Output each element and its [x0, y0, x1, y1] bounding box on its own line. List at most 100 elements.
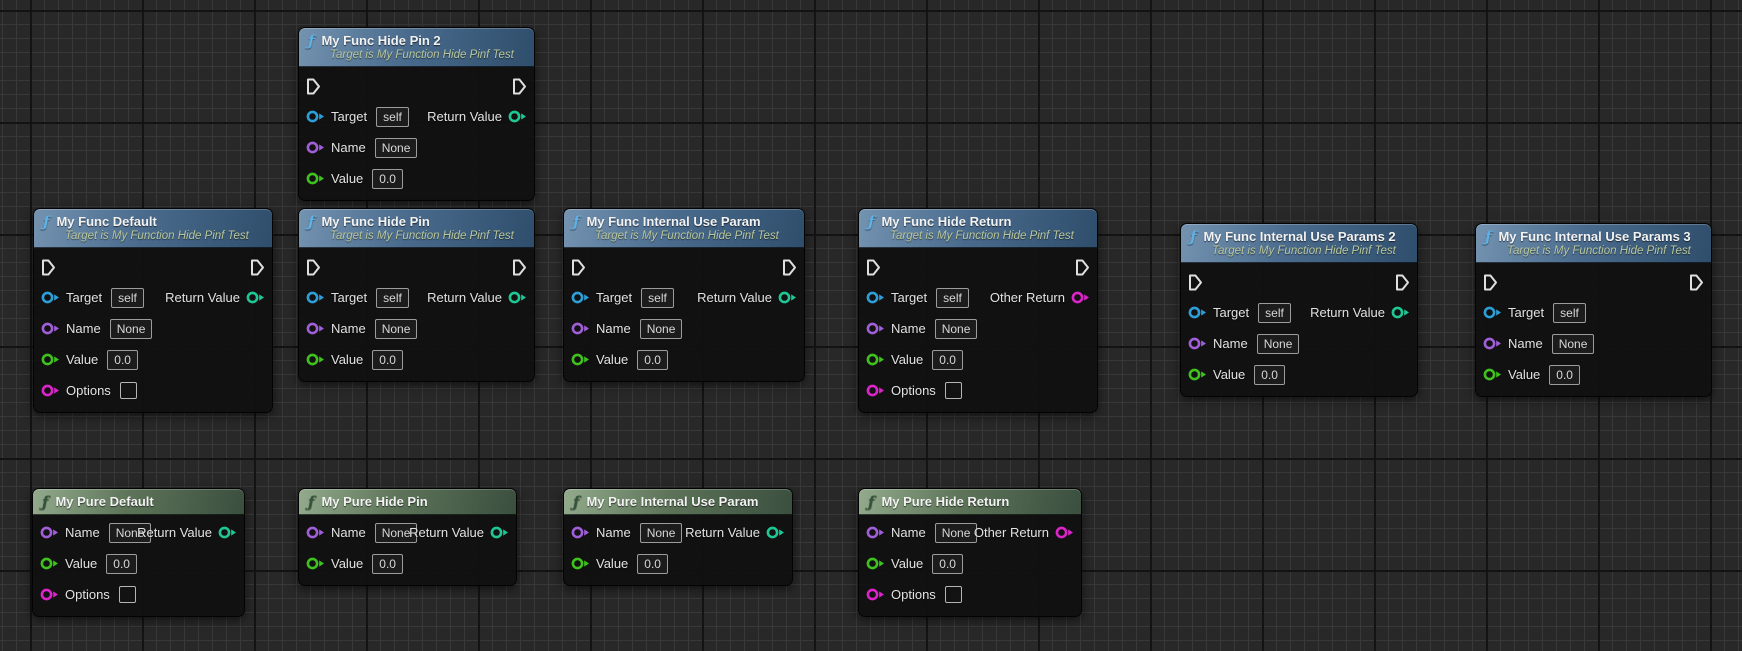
value-value-field[interactable]: 0.0 — [372, 350, 403, 370]
name-pin[interactable] — [571, 526, 590, 539]
node-header[interactable]: ƒMy Func Internal Use Params 2Target is … — [1181, 224, 1417, 263]
target-pin[interactable] — [866, 291, 885, 304]
return-value-pin[interactable] — [778, 291, 797, 304]
value-pin[interactable] — [1188, 368, 1207, 381]
options-pin[interactable] — [866, 588, 885, 601]
name-value-field[interactable]: None — [935, 523, 978, 543]
target-value-field[interactable]: self — [111, 288, 144, 308]
node-header[interactable]: ƒMy Func DefaultTarget is My Function Hi… — [34, 209, 272, 248]
value-value-field[interactable]: 0.0 — [1549, 365, 1580, 385]
options-checkbox[interactable] — [119, 586, 136, 603]
exec-in-pin[interactable] — [866, 259, 881, 276]
value-pin[interactable] — [306, 557, 325, 570]
target-pin[interactable] — [306, 291, 325, 304]
return-value-pin[interactable] — [508, 110, 527, 123]
value-pin[interactable] — [41, 353, 60, 366]
name-pin[interactable] — [866, 526, 885, 539]
target-pin[interactable] — [571, 291, 590, 304]
node-header[interactable]: ƒMy Pure Default — [33, 489, 244, 515]
node-my-func-internal-use-param[interactable]: ƒMy Func Internal Use ParamTarget is My … — [563, 208, 805, 382]
exec-in-pin[interactable] — [571, 259, 586, 276]
name-pin[interactable] — [306, 322, 325, 335]
exec-out-pin[interactable] — [512, 259, 527, 276]
node-header[interactable]: ƒMy Func Internal Use ParamTarget is My … — [564, 209, 804, 248]
exec-in-pin[interactable] — [41, 259, 56, 276]
options-pin[interactable] — [866, 384, 885, 397]
name-value-field[interactable]: None — [935, 319, 978, 339]
node-my-pure-hide-pin[interactable]: ƒMy Pure Hide PinNameNoneReturn ValueVal… — [298, 488, 517, 586]
value-value-field[interactable]: 0.0 — [932, 554, 963, 574]
node-header[interactable]: ƒMy Func Hide ReturnTarget is My Functio… — [859, 209, 1097, 248]
value-value-field[interactable]: 0.0 — [107, 350, 138, 370]
node-my-pure-hide-return[interactable]: ƒMy Pure Hide ReturnNameNoneOther Return… — [858, 488, 1082, 617]
node-my-func-internal-use-params-3[interactable]: ƒMy Func Internal Use Params 3Target is … — [1475, 223, 1712, 397]
exec-out-pin[interactable] — [1689, 274, 1704, 291]
name-pin[interactable] — [306, 141, 325, 154]
name-pin[interactable] — [40, 526, 59, 539]
node-my-func-internal-use-params-2[interactable]: ƒMy Func Internal Use Params 2Target is … — [1180, 223, 1418, 397]
target-value-field[interactable]: self — [1258, 303, 1291, 323]
node-header[interactable]: ƒMy Pure Hide Return — [859, 489, 1081, 515]
target-value-field[interactable]: self — [376, 288, 409, 308]
node-my-func-hide-pin[interactable]: ƒMy Func Hide PinTarget is My Function H… — [298, 208, 535, 382]
other-return-pin[interactable] — [1071, 291, 1090, 304]
name-pin[interactable] — [866, 322, 885, 335]
return-value-pin[interactable] — [766, 526, 785, 539]
exec-out-pin[interactable] — [512, 78, 527, 95]
target-pin[interactable] — [41, 291, 60, 304]
node-my-pure-internal-use-param[interactable]: ƒMy Pure Internal Use ParamNameNoneRetur… — [563, 488, 793, 586]
name-value-field[interactable]: None — [640, 523, 683, 543]
options-checkbox[interactable] — [945, 586, 962, 603]
name-value-field[interactable]: None — [375, 319, 418, 339]
value-value-field[interactable]: 0.0 — [637, 350, 668, 370]
exec-in-pin[interactable] — [1188, 274, 1203, 291]
node-my-func-hide-return[interactable]: ƒMy Func Hide ReturnTarget is My Functio… — [858, 208, 1098, 413]
options-checkbox[interactable] — [945, 382, 962, 399]
value-pin[interactable] — [571, 557, 590, 570]
target-pin[interactable] — [306, 110, 325, 123]
value-value-field[interactable]: 0.0 — [637, 554, 668, 574]
value-pin[interactable] — [1483, 368, 1502, 381]
value-value-field[interactable]: 0.0 — [106, 554, 137, 574]
name-value-field[interactable]: None — [1552, 334, 1595, 354]
value-pin[interactable] — [866, 353, 885, 366]
return-value-pin[interactable] — [218, 526, 237, 539]
target-pin[interactable] — [1188, 306, 1207, 319]
name-pin[interactable] — [1483, 337, 1502, 350]
exec-in-pin[interactable] — [306, 78, 321, 95]
value-pin[interactable] — [866, 557, 885, 570]
name-value-field[interactable]: None — [375, 138, 418, 158]
value-value-field[interactable]: 0.0 — [372, 169, 403, 189]
name-value-field[interactable]: None — [1257, 334, 1300, 354]
node-my-func-hide-pin-2[interactable]: ƒMy Func Hide Pin 2Target is My Function… — [298, 27, 535, 201]
name-pin[interactable] — [41, 322, 60, 335]
return-value-pin[interactable] — [246, 291, 265, 304]
exec-out-pin[interactable] — [782, 259, 797, 276]
exec-out-pin[interactable] — [250, 259, 265, 276]
exec-out-pin[interactable] — [1075, 259, 1090, 276]
return-value-pin[interactable] — [1391, 306, 1410, 319]
exec-out-pin[interactable] — [1395, 274, 1410, 291]
node-header[interactable]: ƒMy Func Hide PinTarget is My Function H… — [299, 209, 534, 248]
name-value-field[interactable]: None — [640, 319, 683, 339]
return-value-pin[interactable] — [508, 291, 527, 304]
exec-in-pin[interactable] — [1483, 274, 1498, 291]
target-value-field[interactable]: self — [936, 288, 969, 308]
node-header[interactable]: ƒMy Func Internal Use Params 3Target is … — [1476, 224, 1711, 263]
node-header[interactable]: ƒMy Pure Internal Use Param — [564, 489, 792, 515]
target-pin[interactable] — [1483, 306, 1502, 319]
target-value-field[interactable]: self — [641, 288, 674, 308]
value-value-field[interactable]: 0.0 — [1254, 365, 1285, 385]
name-pin[interactable] — [1188, 337, 1207, 350]
blueprint-graph-canvas[interactable]: { "canvas": { "background_color": "#2828… — [0, 0, 1742, 651]
exec-in-pin[interactable] — [306, 259, 321, 276]
value-pin[interactable] — [40, 557, 59, 570]
value-pin[interactable] — [306, 172, 325, 185]
value-value-field[interactable]: 0.0 — [932, 350, 963, 370]
options-checkbox[interactable] — [120, 382, 137, 399]
value-value-field[interactable]: 0.0 — [372, 554, 403, 574]
node-header[interactable]: ƒMy Func Hide Pin 2Target is My Function… — [299, 28, 534, 67]
node-my-func-default[interactable]: ƒMy Func DefaultTarget is My Function Hi… — [33, 208, 273, 413]
target-value-field[interactable]: self — [1553, 303, 1586, 323]
node-my-pure-default[interactable]: ƒMy Pure DefaultNameNoneReturn ValueValu… — [32, 488, 245, 617]
